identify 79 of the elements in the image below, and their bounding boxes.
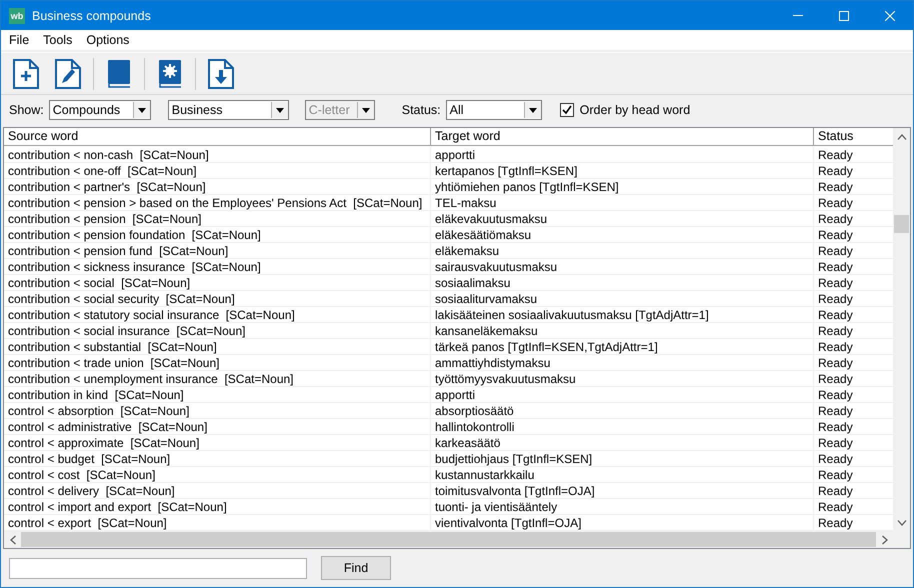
table-cell: hallintokontrolli bbox=[431, 419, 814, 434]
book-gear-icon bbox=[157, 58, 183, 88]
table-cell: control < export [SCat=Noun] bbox=[4, 515, 431, 530]
table-cell: kansaneläkemaksu bbox=[431, 323, 814, 338]
table-cell: contribution < pension [SCat=Noun] bbox=[4, 211, 431, 226]
search-field[interactable] bbox=[9, 558, 307, 578]
dropdown-caret-icon bbox=[524, 102, 541, 118]
find-button[interactable]: Find bbox=[321, 556, 391, 580]
table-cell: control < cost [SCat=Noun] bbox=[4, 467, 431, 482]
show-label: Show: bbox=[9, 103, 44, 117]
table-cell: contribution in kind [SCat=Noun] bbox=[4, 387, 431, 402]
table-cell: contribution < substantial [SCat=Noun] bbox=[4, 339, 431, 354]
table-cell: contribution < trade union [SCat=Noun] bbox=[4, 355, 431, 370]
menu-item[interactable]: Tools bbox=[36, 33, 80, 47]
scrollbar-thumb[interactable] bbox=[21, 532, 876, 547]
dropdown-caret-icon bbox=[132, 102, 150, 118]
table-cell: contribution < non-cash [SCat=Noun] bbox=[4, 147, 431, 162]
dropdown-caret-icon bbox=[270, 102, 288, 118]
table-cell: tuonti- ja vientisääntely bbox=[431, 499, 814, 514]
window-title: Business compounds bbox=[32, 8, 152, 22]
table-cell: lakisääteinen sosiaalivakuutusmaksu [TgtAdjAttr=1] bbox=[431, 307, 814, 322]
table-cell: eläkevakuutusmaksu bbox=[431, 211, 814, 226]
scroll-down-icon bbox=[896, 520, 906, 526]
table-cell: tärkeä panos [TgtInfl=KSEN,TgtAdjAttr=1] bbox=[431, 339, 814, 354]
table-cell: control < budget [SCat=Noun] bbox=[4, 451, 431, 466]
table-cell: työttömyysvakuutusmaksu bbox=[431, 371, 814, 386]
table-cell: budjettiohjaus [TgtInfl=KSEN] bbox=[431, 451, 814, 466]
scroll-left-icon bbox=[10, 534, 16, 544]
scrollbar-thumb[interactable] bbox=[894, 215, 909, 233]
table-cell: contribution < social security [SCat=Noun] bbox=[4, 291, 431, 306]
table-cell: kustannustarkkailu bbox=[431, 467, 814, 482]
table-cell: kertapanos [TgtInfl=KSEN] bbox=[431, 163, 814, 178]
table-cell: ammattiyhdistymaksu bbox=[431, 355, 814, 370]
app-logo: wb bbox=[9, 8, 25, 24]
table-cell: sosiaalimaksu bbox=[431, 275, 814, 290]
table-cell: karkeasäätö bbox=[431, 435, 814, 450]
table-cell: TEL-maksu bbox=[431, 195, 814, 210]
dropdown[interactable]: Business bbox=[168, 100, 289, 120]
table-cell: contribution < statutory social insurance [SCat=Noun] bbox=[4, 307, 431, 322]
table-cell: contribution < sickness insurance [SCat=Noun] bbox=[4, 259, 431, 274]
table-cell: contribution < one-off [SCat=Noun] bbox=[4, 163, 431, 178]
document-pencil-icon bbox=[54, 58, 82, 88]
table-cell: contribution < pension fund [SCat=Noun] bbox=[4, 243, 431, 258]
table-cell: control < import and export [SCat=Noun] bbox=[4, 499, 431, 514]
table-cell: toimitusvalvonta [TgtInfl=OJA] bbox=[431, 483, 814, 498]
table-cell: apportti bbox=[431, 147, 814, 162]
scroll-right-icon bbox=[882, 534, 888, 544]
table-cell: eläkemaksu bbox=[431, 243, 814, 258]
book-icon bbox=[106, 58, 132, 88]
table-cell: contribution < partner's [SCat=Noun] bbox=[4, 179, 431, 194]
document-download-icon bbox=[207, 58, 235, 88]
status-dropdown[interactable]: All bbox=[446, 100, 542, 120]
checkbox[interactable] bbox=[560, 103, 574, 117]
table-cell: control < absorption [SCat=Noun] bbox=[4, 403, 431, 418]
table-cell: apportti bbox=[431, 387, 814, 402]
table-cell: contribution < unemployment insurance [SCat=Noun] bbox=[4, 371, 431, 386]
table-cell: vientivalvonta [TgtInfl=OJA] bbox=[431, 515, 814, 530]
table-cell: absorptiosäätö bbox=[431, 403, 814, 418]
status-label: Status: bbox=[402, 103, 441, 117]
table-cell: contribution < pension > based on the Employees' Pensions Act [SCat=Noun] bbox=[4, 195, 431, 210]
checkbox-label: Order by head word bbox=[580, 103, 690, 117]
dropdown[interactable]: Compounds bbox=[48, 100, 151, 120]
minimize-icon bbox=[793, 15, 803, 16]
table-cell: yhtiömiehen panos [TgtInfl=KSEN] bbox=[431, 179, 814, 194]
table-cell: control < administrative [SCat=Noun] bbox=[4, 419, 431, 434]
menu-item[interactable]: Options bbox=[79, 33, 136, 47]
menu-item[interactable]: File bbox=[2, 33, 36, 47]
table-cell: contribution < social insurance [SCat=Noun] bbox=[4, 323, 431, 338]
table-cell: contribution < social [SCat=Noun] bbox=[4, 275, 431, 290]
table-cell: contribution < pension foundation [SCat=Noun] bbox=[4, 227, 431, 242]
table-cell: sosiaaliturvamaksu bbox=[431, 291, 814, 306]
table-cell: sairausvakuutusmaksu bbox=[431, 259, 814, 274]
table-cell: control < delivery [SCat=Noun] bbox=[4, 483, 431, 498]
table-cell: eläkesäätiömaksu bbox=[431, 227, 814, 242]
maximize-icon bbox=[839, 10, 849, 20]
document-plus-icon bbox=[12, 58, 40, 88]
scroll-up-icon bbox=[896, 134, 906, 140]
table-cell: control < approximate [SCat=Noun] bbox=[4, 435, 431, 450]
close-icon bbox=[885, 10, 895, 20]
